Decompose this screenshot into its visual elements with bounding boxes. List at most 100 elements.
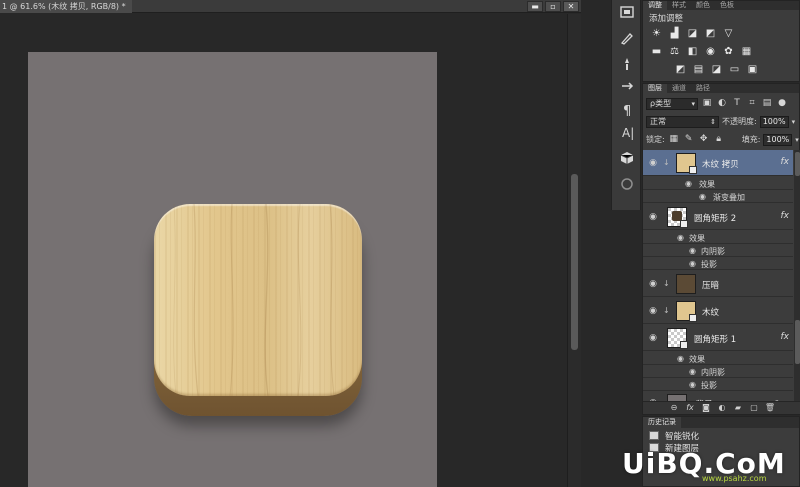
scrollbar-thumb[interactable]: [795, 152, 800, 176]
close-button[interactable]: ✕: [563, 1, 579, 12]
new-layer-icon[interactable]: ▢: [749, 403, 760, 413]
effect-item[interactable]: ◉ 投影: [643, 378, 793, 391]
effect-eye-icon[interactable]: ◉: [677, 233, 684, 242]
filter-adjustment-icon[interactable]: ◐: [716, 98, 728, 109]
tab-history[interactable]: 历史记录: [643, 417, 681, 428]
tab-styles[interactable]: 样式: [667, 1, 691, 10]
add-mask-icon[interactable]: ◙: [701, 403, 712, 413]
layer-name[interactable]: 圆角矩形 2: [694, 212, 736, 224]
new-group-icon[interactable]: ▰: [733, 403, 744, 413]
brush-icon[interactable]: [619, 56, 635, 72]
document-tab[interactable]: 1 @ 61.6% (木纹 拷贝, RGB/8) *: [0, 0, 132, 13]
effects-group[interactable]: ◉ 效果: [643, 352, 793, 365]
scrollbar-thumb[interactable]: [571, 174, 578, 350]
link-layers-icon[interactable]: ⊖: [669, 403, 680, 413]
opacity-dropdown-icon[interactable]: ▾: [792, 118, 796, 126]
layer-row-background[interactable]: ◉ 背景 🔒︎: [643, 392, 793, 401]
layer-filter-kind-select[interactable]: ρ类型 ▾: [646, 97, 698, 110]
canvas-workspace[interactable]: [0, 14, 567, 487]
filter-shape-icon[interactable]: ⌗: [746, 98, 758, 109]
layer-fx-badge[interactable]: fx: [781, 211, 790, 221]
effect-eye-icon[interactable]: ◉: [689, 380, 696, 389]
posterize-icon[interactable]: ▤: [691, 64, 706, 76]
exposure-icon[interactable]: ◩: [703, 28, 718, 40]
effects-group[interactable]: ◉ 效果: [643, 231, 793, 244]
invert-icon[interactable]: ◩: [673, 64, 688, 76]
color-lookup-icon[interactable]: ▦: [739, 46, 754, 58]
visibility-eye-icon[interactable]: ◉: [647, 158, 659, 168]
layer-fx-badge[interactable]: fx: [781, 157, 790, 167]
color-balance-icon[interactable]: ⚖: [667, 46, 682, 58]
layer-name[interactable]: 木纹: [702, 306, 719, 318]
info-panel-icon[interactable]: [619, 4, 635, 20]
fill-dropdown-icon[interactable]: ▾: [795, 136, 799, 144]
tab-paths[interactable]: 路径: [691, 84, 715, 93]
selective-color-icon[interactable]: ▣: [745, 64, 760, 76]
3d-icon[interactable]: [619, 150, 635, 166]
layer-row-rounded-rect-2[interactable]: ◉ 圆角矩形 2 fx: [643, 204, 793, 230]
delete-layer-icon[interactable]: 🗑︎: [765, 403, 776, 413]
layer-row-wood[interactable]: ◉ ↓ 木纹: [643, 298, 793, 324]
black-white-icon[interactable]: ◧: [685, 46, 700, 58]
tab-swatches[interactable]: 色板: [715, 1, 739, 10]
effect-item[interactable]: ◉ 投影: [643, 257, 793, 270]
layer-row-rounded-rect-1[interactable]: ◉ 圆角矩形 1 fx: [643, 325, 793, 351]
tab-channels[interactable]: 通道: [667, 84, 691, 93]
layer-name[interactable]: 圆角矩形 1: [694, 333, 736, 345]
artboard[interactable]: [28, 52, 437, 487]
layer-fx-badge[interactable]: fx: [781, 332, 790, 342]
effects-group[interactable]: ◉ 效果: [643, 177, 793, 190]
effect-eye-icon[interactable]: ◉: [689, 259, 696, 268]
visibility-eye-icon[interactable]: ◉: [647, 333, 659, 343]
threshold-icon[interactable]: ◪: [709, 64, 724, 76]
filter-toggle-icon[interactable]: ●: [776, 98, 788, 109]
canvas-vertical-scrollbar[interactable]: [567, 14, 581, 487]
layer-row-darken[interactable]: ◉ ↓ 压暗: [643, 271, 793, 297]
effect-eye-icon[interactable]: ◉: [689, 246, 696, 255]
effect-item[interactable]: ◉ 内阴影: [643, 365, 793, 378]
new-adjustment-icon[interactable]: ◐: [717, 403, 728, 413]
filter-type-icon[interactable]: T: [731, 98, 743, 109]
blend-mode-select[interactable]: 正常 ⇕: [646, 115, 719, 128]
effect-item[interactable]: ◉ 渐变叠加: [643, 190, 793, 203]
visibility-eye-icon[interactable]: ◉: [647, 306, 659, 316]
layers-scrollbar[interactable]: [794, 150, 800, 401]
restore-button[interactable]: ▫: [545, 1, 561, 12]
brush-preset-icon[interactable]: [619, 30, 635, 46]
gradient-map-icon[interactable]: ▭: [727, 64, 742, 76]
layer-row-wood-copy[interactable]: ◉ ↓ 木纹 拷贝 fx: [643, 150, 793, 176]
curves-icon[interactable]: ◪: [685, 28, 700, 40]
paragraph-icon[interactable]: ¶: [619, 102, 635, 118]
tab-adjustments[interactable]: 调整: [643, 1, 667, 10]
effect-eye-icon[interactable]: ◉: [699, 192, 706, 201]
vibrance-icon[interactable]: ▽: [721, 28, 736, 40]
timeline-icon[interactable]: [619, 176, 635, 192]
add-style-icon[interactable]: fx: [685, 403, 696, 413]
effect-eye-icon[interactable]: ◉: [689, 367, 696, 376]
channel-mixer-icon[interactable]: ✿: [721, 46, 736, 58]
effect-item[interactable]: ◉ 内阴影: [643, 244, 793, 257]
scrollbar-thumb[interactable]: [795, 320, 800, 364]
history-item[interactable]: 智能锐化: [665, 430, 699, 442]
layer-name[interactable]: 压暗: [702, 279, 719, 291]
lock-transparent-icon[interactable]: ▦: [668, 134, 680, 145]
character-icon[interactable]: A|: [619, 124, 635, 140]
minimize-button[interactable]: ▬: [527, 1, 543, 12]
tab-layers[interactable]: 图层: [643, 84, 667, 93]
visibility-eye-icon[interactable]: ◉: [647, 279, 659, 289]
effect-eye-icon[interactable]: ◉: [685, 179, 692, 188]
fill-input[interactable]: 100%: [763, 133, 793, 146]
tab-color[interactable]: 颜色: [691, 1, 715, 10]
lock-all-icon[interactable]: 🔒︎: [713, 134, 725, 145]
filter-pixel-icon[interactable]: ▣: [701, 98, 713, 109]
lock-position-icon[interactable]: ✥: [698, 134, 710, 145]
photo-filter-icon[interactable]: ◉: [703, 46, 718, 58]
opacity-input[interactable]: 100%: [759, 115, 789, 128]
layer-name[interactable]: 木纹 拷贝: [702, 158, 739, 170]
clone-source-icon[interactable]: [619, 78, 635, 94]
lock-image-icon[interactable]: ✎: [683, 134, 695, 145]
filter-smart-object-icon[interactable]: ▤: [761, 98, 773, 109]
effect-eye-icon[interactable]: ◉: [677, 354, 684, 363]
brightness-icon[interactable]: ☀: [649, 28, 664, 40]
levels-icon[interactable]: ▟: [667, 28, 682, 40]
